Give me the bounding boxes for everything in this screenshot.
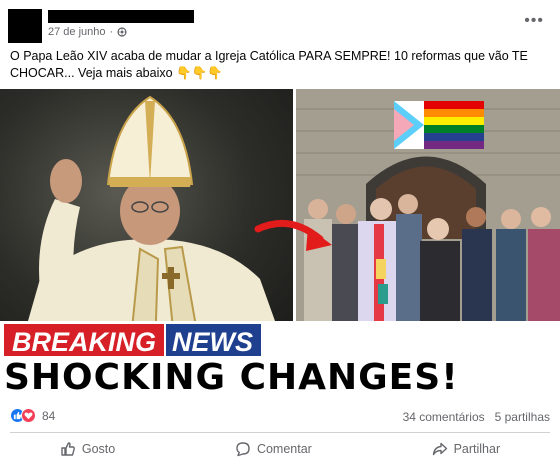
audience-icon	[117, 27, 127, 37]
post-meta: 27 de junho ·	[48, 26, 127, 38]
breaking-news-label: BREAKING NEWS	[2, 322, 264, 358]
thumbs-up-icon	[61, 442, 75, 456]
author-name-redacted[interactable]	[48, 10, 194, 23]
comment-button[interactable]: Comentar	[235, 437, 312, 461]
engagement-counts: 34 comentários 5 partilhas	[403, 410, 550, 424]
reaction-summary[interactable]: 84	[10, 408, 55, 423]
comment-label: Comentar	[256, 442, 312, 456]
avatar-redacted[interactable]	[8, 9, 42, 43]
share-label: Partilhar	[453, 442, 501, 456]
breaking-word: BREAKING	[2, 322, 167, 358]
reaction-count: 84	[42, 408, 56, 423]
post-image[interactable]: BREAKING NEWS SHOCKING CHANGES!	[0, 89, 560, 400]
share-icon	[432, 442, 447, 456]
comment-icon	[236, 442, 250, 457]
love-reaction-icon	[21, 408, 36, 423]
like-button[interactable]: Gosto	[60, 437, 115, 461]
like-label: Gosto	[81, 442, 116, 456]
post-header: 27 de junho · •••	[0, 0, 560, 43]
red-arrow-icon	[254, 219, 332, 251]
comment-count[interactable]: 34 comentários	[403, 410, 485, 424]
action-bar: Gosto Comentar Partilhar	[0, 437, 560, 461]
post-text: O Papa Leão XIV acaba de mudar a Igreja …	[10, 49, 528, 80]
meta-separator: ·	[109, 26, 114, 38]
news-word: NEWS	[166, 322, 264, 358]
more-options-icon[interactable]: •••	[524, 12, 544, 30]
share-count[interactable]: 5 partilhas	[495, 410, 550, 424]
post-date[interactable]: 27 de junho	[48, 26, 106, 38]
share-button[interactable]: Partilhar	[432, 437, 501, 461]
divider	[10, 432, 550, 433]
headline-text: SHOCKING CHANGES!	[4, 357, 459, 398]
